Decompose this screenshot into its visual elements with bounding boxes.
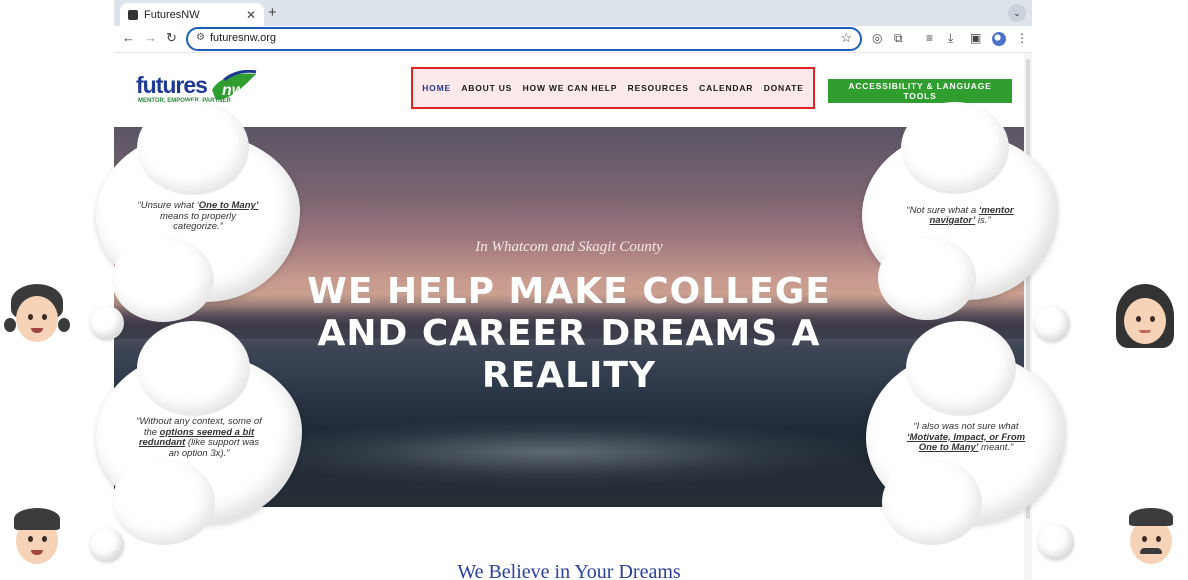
back-icon[interactable]: ← (122, 30, 135, 45)
sidebar-icon[interactable]: ▣ (970, 31, 981, 45)
logo-name-part1: futures (136, 72, 208, 98)
logo-name-part2: nw (222, 82, 246, 99)
girl-avatar-icon (2, 278, 72, 350)
tab-search-button[interactable]: ⌄ (1008, 4, 1026, 22)
favicon-icon (128, 9, 138, 20)
screenshot-icon[interactable]: ◎ (872, 31, 882, 45)
media-icon[interactable]: ≡ (926, 31, 933, 45)
man-avatar-icon (1116, 500, 1186, 572)
thought-text: “Not sure what a ‘mentor navigator’ is.” (906, 204, 1014, 226)
extensions-icon[interactable]: ⧉ (894, 31, 903, 46)
logo-text: futures (136, 72, 208, 99)
menu-icon[interactable]: ⋮ (1016, 31, 1028, 45)
nav-home[interactable]: HOME (422, 83, 451, 93)
accessibility-tools-button[interactable]: ACCESSIBILITY & LANGUAGE TOOLS (828, 79, 1012, 103)
address-bar[interactable]: ⚙ futuresnw.org ☆ (186, 27, 862, 51)
nav-donate[interactable]: DONATE (764, 83, 804, 93)
bookmark-star-icon[interactable]: ☆ (840, 30, 852, 46)
boy-avatar-icon (2, 500, 72, 572)
site-info-icon[interactable]: ⚙ (196, 32, 205, 43)
forward-icon[interactable]: → (144, 30, 157, 45)
reload-icon[interactable]: ↻ (166, 30, 177, 46)
close-tab-icon[interactable]: ✕ (246, 8, 256, 22)
download-icon[interactable]: ⤓ (948, 31, 953, 46)
thought-bubble (90, 306, 124, 340)
hero-title: WE HELP MAKE COLLEGE AND CAREER DREAMS A… (307, 271, 831, 396)
thought-cloud: “I also was not sure what ‘Motivate, Imp… (866, 321, 1066, 545)
thought-bubble (1038, 524, 1074, 560)
thought-text: “Unsure what ‘One to Many’ means to prop… (137, 200, 259, 233)
thought-cloud: “Not sure what a ‘mentor navigator’ is.” (862, 101, 1058, 321)
thought-cloud: “Without any context, some of the option… (96, 321, 302, 545)
thought-text: “Without any context, some of the option… (136, 416, 262, 459)
thought-bubble (1034, 306, 1070, 342)
browser-toolbar: ← → ↻ ⚙ futuresnw.org ☆ ◎ ⧉ ≡ ⤓ ▣ ⋮ (114, 26, 1032, 53)
woman-avatar-icon (1110, 280, 1180, 352)
hero-wave (234, 417, 874, 487)
nav-calendar[interactable]: CALENDAR (699, 83, 753, 93)
thought-text: “I also was not sure what ‘Motivate, Imp… (906, 421, 1026, 454)
tab-strip: FuturesNW ✕ + ⌄ (114, 0, 1032, 26)
nav-about-us[interactable]: ABOUT US (461, 83, 512, 93)
section-heading: We Believe in Your Dreams (457, 561, 681, 580)
browser-tab[interactable]: FuturesNW ✕ (120, 3, 264, 26)
main-nav: HOME ABOUT US HOW WE CAN HELP RESOURCES … (411, 67, 815, 109)
profile-icon[interactable] (992, 32, 1006, 46)
nav-how-we-can-help[interactable]: HOW WE CAN HELP (523, 83, 618, 93)
thought-cloud: “Unsure what ‘One to Many’ means to prop… (96, 101, 300, 323)
thought-bubble (90, 528, 124, 562)
nav-resources[interactable]: RESOURCES (628, 83, 689, 93)
tab-title: FuturesNW (144, 8, 200, 21)
url-text[interactable]: futuresnw.org (210, 32, 276, 44)
new-tab-button[interactable]: + (268, 4, 277, 21)
